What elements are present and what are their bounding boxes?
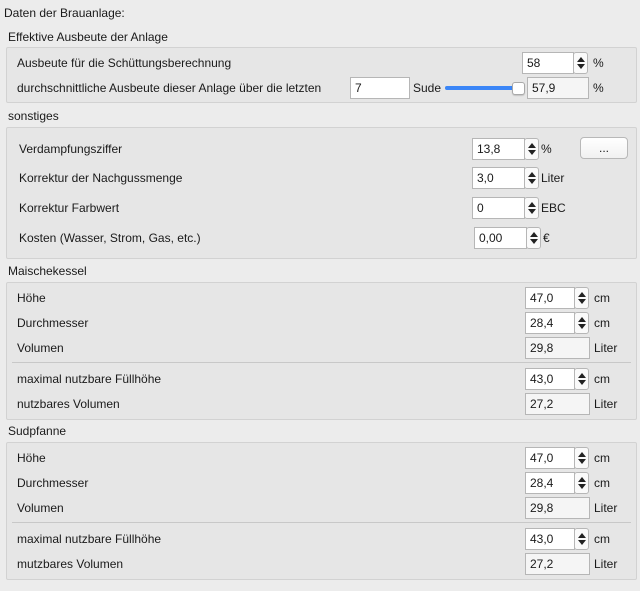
- verdampfung-input[interactable]: 13,8: [472, 138, 525, 160]
- mk-durchmesser-stepper[interactable]: [574, 312, 589, 334]
- sp-durchmesser-input[interactable]: 28,4: [525, 472, 575, 494]
- farbwert-stepper[interactable]: [524, 197, 539, 219]
- stepper-up-icon: [528, 172, 536, 177]
- mk-hoehe-stepper[interactable]: [574, 287, 589, 309]
- stepper-down-icon: [578, 459, 586, 464]
- sude-count-input[interactable]: 7: [350, 77, 410, 99]
- stepper-up-icon: [577, 57, 585, 62]
- mk-divider: [12, 362, 631, 363]
- farbwert-unit: EBC: [541, 201, 566, 215]
- durchschnitt-unit: %: [593, 81, 604, 95]
- stepper-down-icon: [578, 484, 586, 489]
- sp-hoehe-label: Höhe: [17, 451, 46, 465]
- sude-slider-fill: [445, 86, 518, 90]
- stepper-up-icon: [578, 452, 586, 457]
- nachguss-input[interactable]: 3,0: [472, 167, 525, 189]
- kosten-unit: €: [543, 231, 550, 245]
- mk-volumen-value: 29,8: [525, 337, 590, 359]
- mk-durchmesser-label: Durchmesser: [17, 316, 89, 330]
- mk-max-fuellhoehe-label: maximal nutzbare Füllhöhe: [17, 372, 162, 386]
- mk-hoehe-unit: cm: [594, 291, 610, 305]
- stepper-down-icon: [528, 179, 536, 184]
- group-title-sudpfanne: Sudpfanne: [8, 424, 67, 438]
- sp-hoehe-unit: cm: [594, 451, 610, 465]
- sp-volumen-label: Volumen: [17, 501, 64, 515]
- mk-nutzbares-volumen-unit: Liter: [594, 397, 618, 411]
- mk-hoehe-input[interactable]: 47,0: [525, 287, 575, 309]
- verdampfung-stepper[interactable]: [524, 138, 539, 160]
- stepper-down-icon: [578, 380, 586, 385]
- sp-hoehe-stepper[interactable]: [574, 447, 589, 469]
- ausbeute-stepper[interactable]: [573, 52, 588, 74]
- page-title: Daten der Brauanlage:: [4, 6, 125, 20]
- sp-nutzbares-volumen-value: 27,2: [525, 553, 590, 575]
- mk-max-fuellhoehe-stepper[interactable]: [574, 368, 589, 390]
- mk-nutzbares-volumen-value: 27,2: [525, 393, 590, 415]
- mk-durchmesser-input[interactable]: 28,4: [525, 312, 575, 334]
- stepper-up-icon: [528, 202, 536, 207]
- stepper-down-icon: [578, 540, 586, 545]
- sp-hoehe-input[interactable]: 47,0: [525, 447, 575, 469]
- stepper-up-icon: [578, 477, 586, 482]
- sp-volumen-value: 29,8: [525, 497, 590, 519]
- kosten-label: Kosten (Wasser, Strom, Gas, etc.): [19, 231, 201, 245]
- kosten-input[interactable]: 0,00: [474, 227, 527, 249]
- sp-nutzbares-volumen-label: mutzbares Volumen: [17, 557, 124, 571]
- mk-max-fuellhoehe-unit: cm: [594, 372, 610, 386]
- farbwert-label: Korrektur Farbwert: [19, 201, 120, 215]
- verdampfung-unit: %: [541, 142, 552, 156]
- sude-slider[interactable]: [445, 86, 518, 90]
- stepper-up-icon: [528, 143, 536, 148]
- stepper-down-icon: [530, 239, 538, 244]
- sp-durchmesser-stepper[interactable]: [574, 472, 589, 494]
- stepper-down-icon: [577, 64, 585, 69]
- ausbeute-unit: %: [593, 56, 604, 70]
- stepper-up-icon: [578, 373, 586, 378]
- group-title-maischekessel: Maischekessel: [8, 264, 87, 278]
- stepper-down-icon: [528, 209, 536, 214]
- nachguss-label: Korrektur der Nachgussmenge: [19, 171, 183, 185]
- sp-max-fuellhoehe-label: maximal nutzbare Füllhöhe: [17, 532, 162, 546]
- sp-durchmesser-unit: cm: [594, 476, 610, 490]
- kosten-stepper[interactable]: [526, 227, 541, 249]
- sp-max-fuellhoehe-stepper[interactable]: [574, 528, 589, 550]
- mk-max-fuellhoehe-input[interactable]: 43,0: [525, 368, 575, 390]
- sp-max-fuellhoehe-input[interactable]: 43,0: [525, 528, 575, 550]
- verdampfung-more-button[interactable]: ...: [580, 137, 628, 159]
- sp-divider: [12, 522, 631, 523]
- mk-durchmesser-unit: cm: [594, 316, 610, 330]
- stepper-up-icon: [530, 232, 538, 237]
- sp-nutzbares-volumen-unit: Liter: [594, 557, 618, 571]
- nachguss-stepper[interactable]: [524, 167, 539, 189]
- sp-max-fuellhoehe-unit: cm: [594, 532, 610, 546]
- durchschnitt-value: 57,9: [527, 77, 589, 99]
- mk-hoehe-label: Höhe: [17, 291, 46, 305]
- stepper-up-icon: [578, 292, 586, 297]
- nachguss-unit: Liter: [541, 171, 565, 185]
- mk-nutzbares-volumen-label: nutzbares Volumen: [17, 397, 120, 411]
- ausbeute-input[interactable]: 58: [522, 52, 574, 74]
- sp-durchmesser-label: Durchmesser: [17, 476, 89, 490]
- stepper-down-icon: [528, 150, 536, 155]
- stepper-down-icon: [578, 299, 586, 304]
- group-title-sonstiges: sonstiges: [8, 109, 59, 123]
- mk-volumen-label: Volumen: [17, 341, 64, 355]
- ausbeute-label: Ausbeute für die Schüttungsberechnung: [17, 56, 232, 70]
- verdampfung-label: Verdampfungsziffer: [19, 142, 123, 156]
- farbwert-input[interactable]: 0: [472, 197, 525, 219]
- stepper-up-icon: [578, 317, 586, 322]
- stepper-down-icon: [578, 324, 586, 329]
- stepper-up-icon: [578, 533, 586, 538]
- sude-slider-thumb[interactable]: [512, 82, 525, 95]
- sp-volumen-unit: Liter: [594, 501, 618, 515]
- group-title-effektive: Effektive Ausbeute der Anlage: [8, 30, 168, 44]
- durchschnitt-label: durchschnittliche Ausbeute dieser Anlage…: [17, 81, 322, 95]
- sude-label: Sude: [413, 81, 442, 95]
- mk-volumen-unit: Liter: [594, 341, 618, 355]
